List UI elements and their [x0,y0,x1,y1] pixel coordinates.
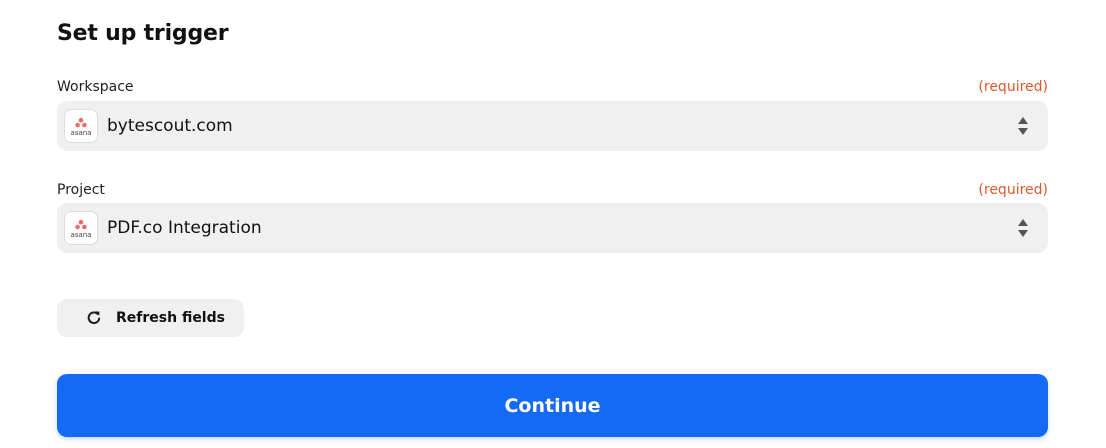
workspace-select[interactable]: asana bytescout.com [57,101,1048,151]
continue-button[interactable]: Continue [57,374,1048,437]
refresh-fields-button[interactable]: Refresh fields [57,299,244,337]
asana-logo-icon: asana [64,211,98,245]
project-select[interactable]: asana PDF.co Integration [57,203,1048,253]
project-value: PDF.co Integration [107,218,262,238]
sort-chevrons-icon [1018,219,1028,237]
asana-logo-text: asana [71,129,92,137]
refresh-icon [87,311,101,325]
workspace-label: Workspace [57,79,134,95]
continue-label: Continue [504,395,601,417]
workspace-required-indicator: (required) [978,79,1048,95]
asana-logo-text: asana [71,231,92,239]
sort-chevrons-icon [1018,117,1028,135]
page-title: Set up trigger [57,21,229,46]
workspace-value: bytescout.com [107,116,233,136]
project-label: Project [57,182,105,198]
project-required-indicator: (required) [978,182,1048,198]
refresh-fields-label: Refresh fields [116,310,225,326]
asana-logo-icon: asana [64,109,98,143]
trigger-setup-panel: Set up trigger Workspace (required) asan… [0,0,1106,448]
